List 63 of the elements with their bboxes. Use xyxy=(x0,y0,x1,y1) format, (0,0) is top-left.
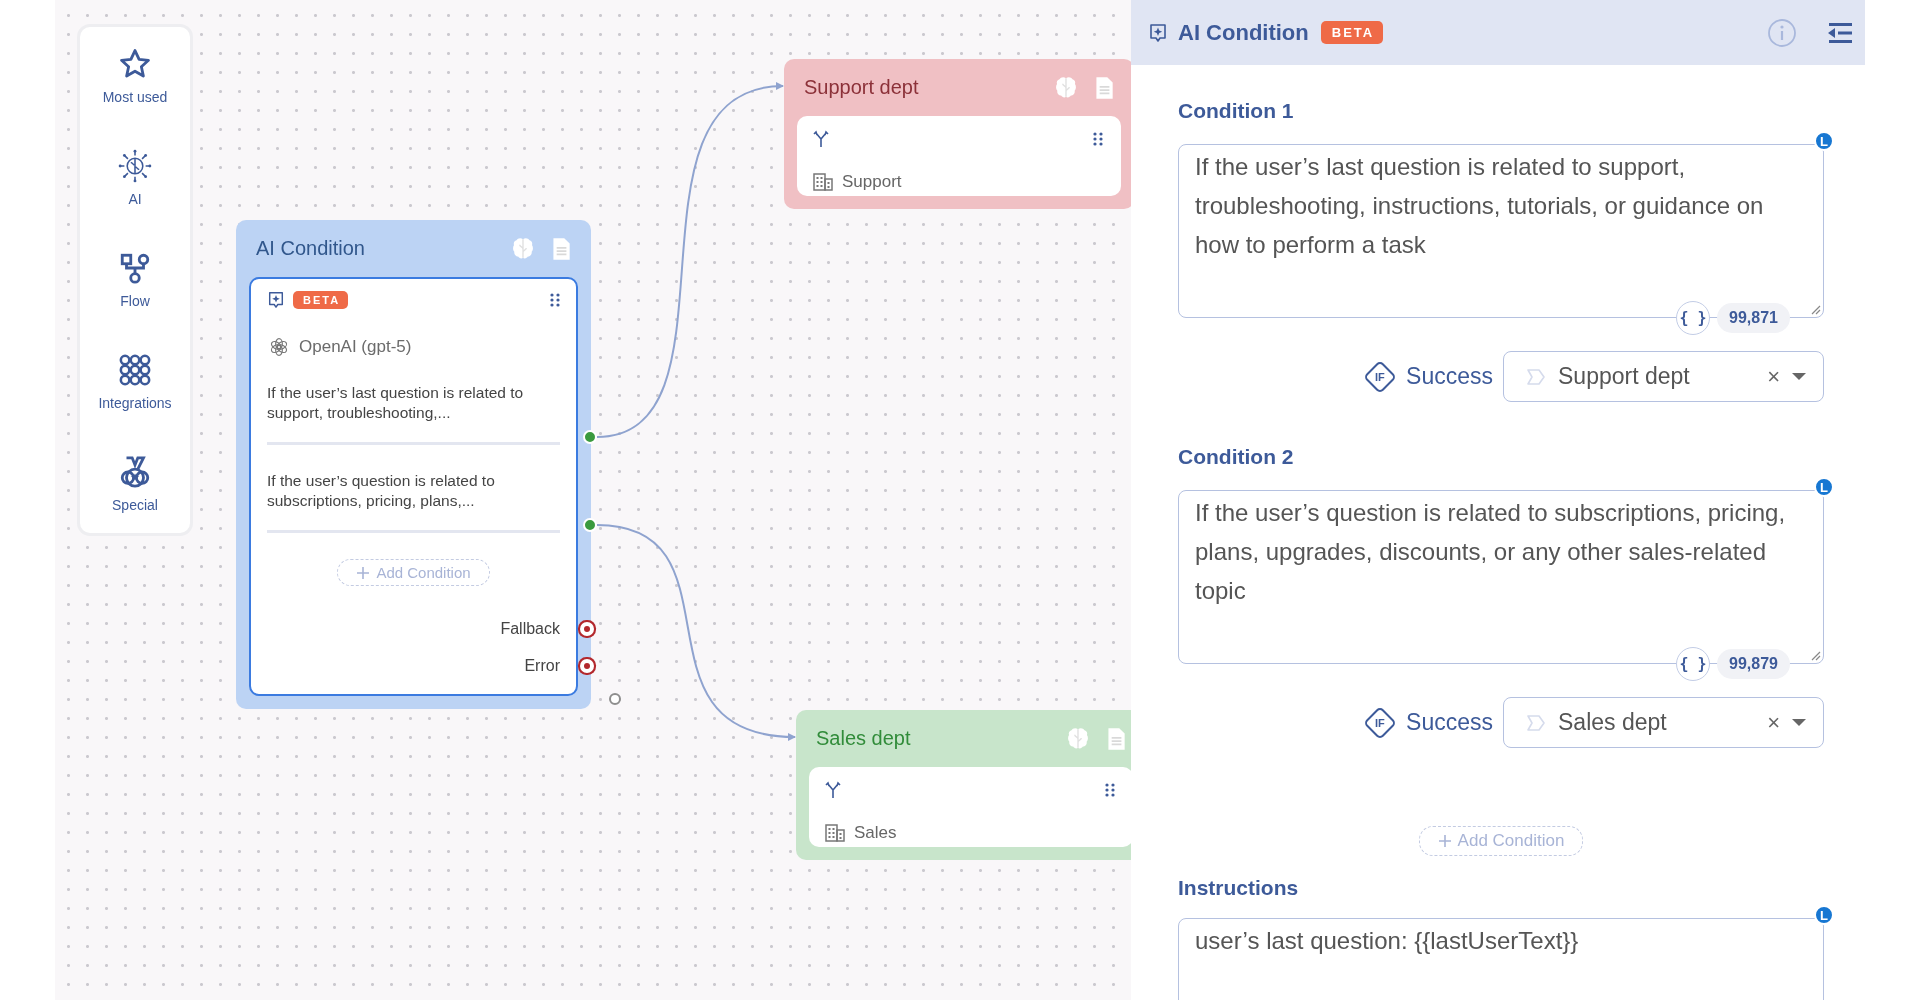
node-label: Support xyxy=(842,172,902,192)
palette-item[interactable]: Integrations xyxy=(98,353,172,411)
outcome-label: Success xyxy=(1406,709,1493,736)
fork-icon xyxy=(813,130,829,148)
section-label: Condition 2 xyxy=(1178,444,1295,470)
section-label: Condition 1 xyxy=(1178,98,1295,124)
node-title: Support dept xyxy=(804,76,920,99)
node-title: Sales dept xyxy=(816,727,912,750)
palette-item[interactable]: Most used xyxy=(102,47,168,105)
flow-node[interactable]: Support dept Support xyxy=(784,59,1131,209)
step-icon xyxy=(1526,367,1546,386)
beta-badge: BETA xyxy=(1320,21,1384,44)
caret-icon xyxy=(1792,719,1806,726)
panel-title: AI Condition xyxy=(1178,19,1309,46)
condition-text: If the user’s question is related to subscriptions, pricing, plans,... xyxy=(267,471,496,511)
token-counter: 99,879 xyxy=(1717,649,1790,679)
node-label: Sales xyxy=(854,823,897,843)
palette-item[interactable]: Special xyxy=(112,455,158,513)
resize-grip-icon[interactable] xyxy=(1811,305,1821,315)
outcome-label: Success xyxy=(1406,363,1493,390)
resize-grip-icon[interactable] xyxy=(1811,651,1821,661)
grid-icon xyxy=(118,353,152,387)
flow-node[interactable]: Sales dept Sales xyxy=(796,710,1131,860)
building-icon xyxy=(825,824,845,842)
node-title: AI Condition xyxy=(256,237,366,260)
swirl-logo-icon xyxy=(269,337,289,357)
variables-button[interactable]: { } xyxy=(1676,647,1710,681)
palette-item[interactable]: AI xyxy=(118,149,152,207)
drag-handle-icon[interactable] xyxy=(550,293,560,307)
target-dropdown[interactable]: Support dept × xyxy=(1503,351,1824,402)
model-name: OpenAI (gpt-5) xyxy=(299,337,412,357)
output-label: Fallback xyxy=(500,619,560,638)
clear-button[interactable]: × xyxy=(1767,709,1780,736)
sparkle-icon xyxy=(1148,22,1168,43)
section-label: Instructions xyxy=(1178,875,1300,901)
target-dropdown[interactable]: Sales dept × xyxy=(1503,697,1824,748)
variables-button[interactable]: { } xyxy=(1676,301,1710,335)
sparkle-icon xyxy=(267,291,285,309)
condition-text: If the user’s last question is related to support, troubleshooting,... xyxy=(267,383,525,423)
plus-icon xyxy=(1437,834,1452,848)
field-badge: L xyxy=(1814,905,1834,925)
field-badge: L xyxy=(1814,131,1834,151)
beta-badge: BETA xyxy=(293,291,349,309)
star-icon xyxy=(118,47,152,81)
output-label: Error xyxy=(524,656,560,675)
collapse-icon[interactable] xyxy=(1827,20,1853,45)
clear-button[interactable]: × xyxy=(1767,363,1780,390)
medal-icon xyxy=(118,455,152,489)
token-counter: 99,871 xyxy=(1717,303,1790,333)
plus-icon xyxy=(356,565,371,580)
step-icon xyxy=(1526,713,1546,732)
dropdown-value: Support dept xyxy=(1558,363,1691,390)
palette-item[interactable]: Flow xyxy=(118,251,152,309)
brain-circuit-icon xyxy=(118,149,152,183)
building-icon xyxy=(813,173,833,191)
dropdown-value: Sales dept xyxy=(1558,709,1668,736)
fork-icon xyxy=(825,781,841,799)
drag-handle-icon[interactable] xyxy=(1093,132,1103,146)
caret-icon xyxy=(1792,373,1806,380)
flow-icon xyxy=(118,251,152,285)
drag-handle-icon[interactable] xyxy=(1105,783,1115,797)
field-badge: L xyxy=(1814,477,1834,497)
output-port[interactable] xyxy=(609,693,621,705)
